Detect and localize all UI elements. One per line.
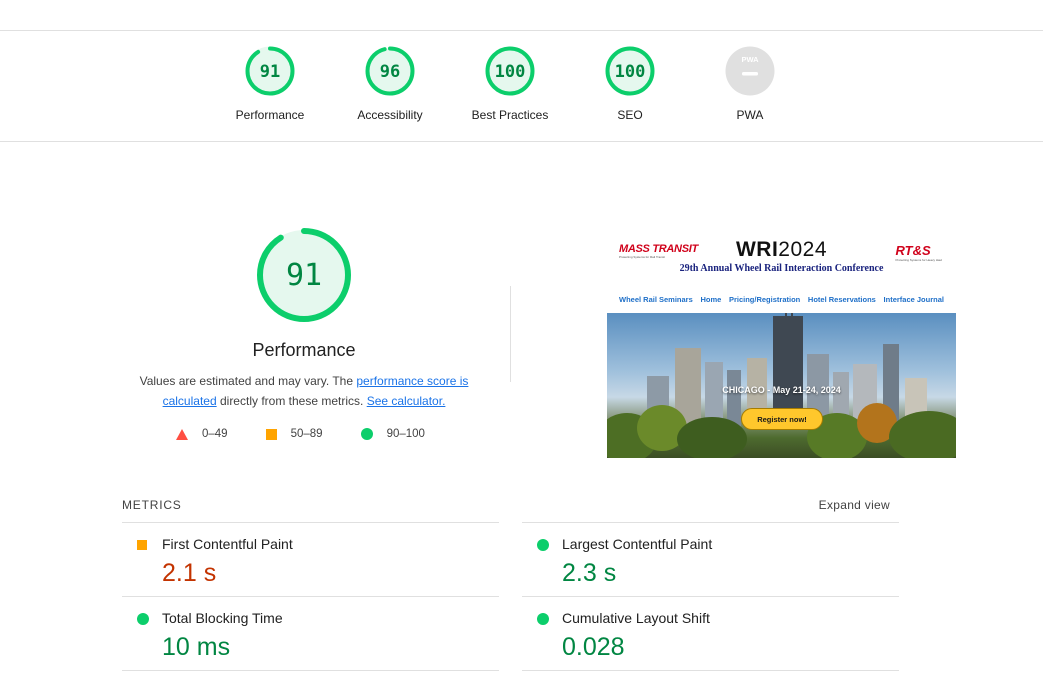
metrics-title: METRICS	[122, 498, 182, 512]
metric-name: Total Blocking Time	[162, 610, 283, 626]
gauge-label: PWA	[736, 108, 764, 122]
circle-icon	[537, 613, 549, 625]
gauge-score: 100	[615, 62, 646, 82]
desc-text: directly from these metrics.	[216, 394, 367, 408]
triangle-icon	[176, 428, 188, 440]
gauge-performance[interactable]: 91 Performance	[210, 46, 330, 122]
metric-total-blocking-time: Total Blocking Time 10 ms	[122, 596, 499, 670]
metric-name: Largest Contentful Paint	[562, 536, 713, 552]
metric-cumulative-layout-shift: Cumulative Layout Shift 0.028	[522, 596, 899, 670]
square-icon	[137, 540, 147, 550]
desc-text: Values are estimated and may vary. The	[139, 374, 357, 388]
metric-largest-contentful-paint: Largest Contentful Paint 2.3 s	[522, 522, 899, 596]
final-screenshot[interactable]: MASS TRANSIT Protecting Systems for Rail …	[607, 231, 956, 458]
conference-title: 29th Annual Wheel Rail Interaction Confe…	[679, 263, 884, 274]
gauge-ring: 100	[605, 46, 655, 96]
performance-title: Performance	[252, 340, 356, 360]
performance-score: 91	[286, 258, 322, 293]
gauge-ring: 100	[485, 46, 535, 96]
gauge-label: SEO	[617, 108, 643, 122]
site-nav-item: Hotel Reservations	[807, 295, 876, 304]
gauge-ring: 91	[245, 46, 295, 96]
gauge-pwa[interactable]: PWA PWA	[690, 46, 810, 122]
gauge-score: 100	[495, 62, 526, 82]
gauge-seo[interactable]: 100 SEO	[570, 46, 690, 122]
score-gauges: 91 Performance 96 Accessibility 100 Best…	[210, 46, 810, 122]
site-header: MASS TRANSIT Protecting Systems for Rail …	[607, 231, 956, 291]
legend-fail: 0–49	[176, 428, 228, 440]
site-nav: Wheel Rail Seminars Home Pricing/Registr…	[607, 295, 956, 304]
pwa-badge-icon: PWA	[725, 46, 775, 96]
rts-logo: RT&S Protecting Systems for Heavy Haul	[895, 243, 942, 262]
divider	[122, 670, 499, 671]
site-nav-item: Interface Journal	[883, 295, 944, 304]
circle-icon	[360, 428, 373, 440]
site-nav-item: Pricing/Registration	[728, 295, 801, 304]
performance-description: Values are estimated and may vary. The p…	[132, 371, 476, 411]
metric-name: Cumulative Layout Shift	[562, 610, 710, 626]
gauge-label: Performance	[235, 108, 305, 122]
circle-icon	[537, 539, 549, 551]
performance-gauge: 91	[257, 228, 351, 322]
score-summary-bar: 91 Performance 96 Accessibility 100 Best…	[0, 30, 1043, 142]
metric-value: 10 ms	[162, 633, 231, 661]
legend-range: 90–100	[386, 428, 425, 440]
metrics-header: METRICS Expand view	[122, 498, 899, 522]
gauge-score: 96	[380, 62, 400, 82]
site-nav-item: Home	[700, 295, 722, 304]
site-nav-item: Wheel Rail Seminars	[619, 295, 693, 304]
legend-average: 50–89	[265, 428, 323, 440]
gauge-best-practices[interactable]: 100 Best Practices	[450, 46, 570, 122]
gauge-ring: 96	[365, 46, 415, 96]
gauge-accessibility[interactable]: 96 Accessibility	[330, 46, 450, 122]
legend-pass: 90–100	[360, 428, 425, 440]
gauge-label: Accessibility	[357, 108, 423, 122]
gauge-label: Best Practices	[471, 108, 549, 122]
metric-value: 2.3 s	[562, 559, 617, 587]
see-calculator-link[interactable]: See calculator.	[367, 394, 446, 408]
divider	[510, 286, 511, 382]
chicago-skyline-image: CHICAGO - May 21-24, 2024 Register now!	[607, 313, 956, 458]
metric-value: 2.1 s	[162, 559, 217, 587]
metric-name: First Contentful Paint	[162, 536, 293, 552]
divider	[522, 670, 899, 671]
metric-value: 0.028	[562, 633, 625, 661]
metric-first-contentful-paint: First Contentful Paint 2.1 s	[122, 522, 499, 596]
event-caption: CHICAGO - May 21-24, 2024	[722, 385, 841, 395]
legend-range: 0–49	[202, 428, 228, 440]
register-button: Register now!	[741, 408, 823, 430]
circle-icon	[137, 613, 149, 625]
legend-range: 50–89	[290, 428, 323, 440]
score-legend: 0–49 50–89 90–100	[176, 428, 463, 440]
expand-view-toggle[interactable]: Expand view	[819, 498, 890, 512]
pwa-badge-text: PWA	[741, 55, 759, 64]
square-icon	[265, 428, 277, 440]
gauge-score: 91	[260, 62, 280, 82]
